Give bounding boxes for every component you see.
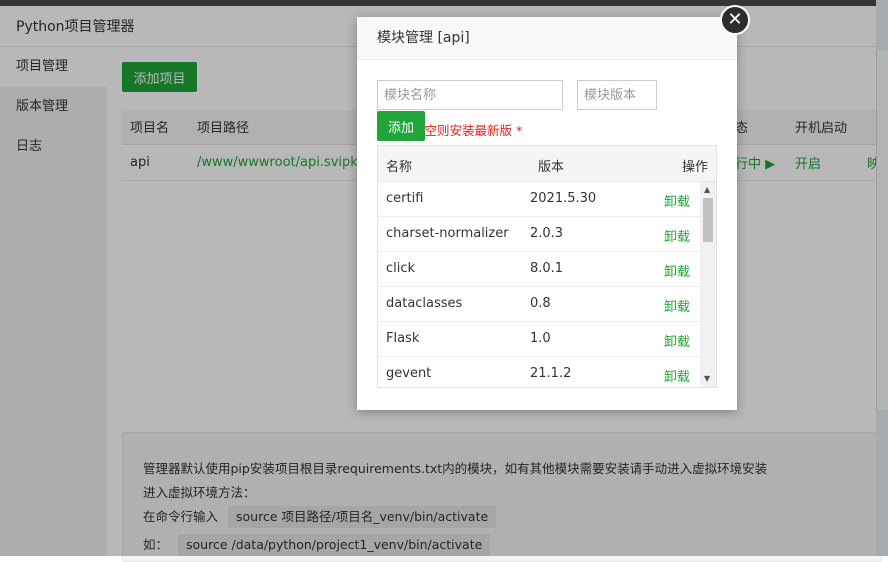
uninstall-button[interactable]: 卸载 [664,331,690,350]
table-row: charset-normalizer 2.0.3 卸载 [378,217,700,252]
add-module-button[interactable]: 添加 [377,111,425,141]
uninstall-button[interactable]: 卸载 [664,261,690,280]
table-row: dataclasses 0.8 卸载 [378,287,700,322]
table-row: Flask 1.0 卸载 [378,322,700,357]
uninstall-button[interactable]: 卸载 [664,296,690,315]
module-name: click [386,261,416,276]
module-name: Flask [386,331,420,346]
col-module-version: 版本 [538,160,565,175]
close-icon[interactable]: ✕ [720,5,750,35]
module-name: charset-normalizer [386,226,509,241]
dialog-title: 模块管理 [api] [357,17,737,60]
scrollbar-thumb[interactable] [703,198,713,242]
module-name-input[interactable] [377,80,563,110]
col-module-action: 操作 [682,160,709,175]
module-version: 21.1.2 [530,366,572,381]
module-table-scrollbar[interactable]: ▲ ▼ [700,182,716,387]
uninstall-button[interactable]: 卸载 [664,226,690,245]
scroll-up-icon[interactable]: ▲ [704,185,710,194]
module-version: 8.0.1 [530,261,564,276]
table-row: certifi 2021.5.30 卸载 [378,182,700,217]
module-name: dataclasses [386,296,463,311]
col-module-name: 名称 [386,160,413,175]
module-version: 2021.5.30 [530,191,597,206]
module-name: certifi [386,191,424,206]
table-row: click 8.0.1 卸载 [378,252,700,287]
uninstall-button[interactable]: 卸载 [664,366,690,385]
module-manager-dialog: 模块管理 [api] 版本留空则安装最新版 * 添加 名称 版本 操作 cert… [357,17,737,410]
table-row: gevent 21.1.2 卸载 [378,357,700,387]
module-table-header: 名称 版本 操作 [378,146,716,182]
uninstall-button[interactable]: 卸载 [664,191,690,210]
module-version: 1.0 [530,331,551,346]
scroll-down-icon[interactable]: ▼ [704,374,710,383]
module-name: gevent [386,366,432,381]
module-table: 名称 版本 操作 certifi 2021.5.30 卸载 charset-no… [377,145,717,388]
module-version: 0.8 [530,296,551,311]
module-version-input[interactable] [577,80,657,110]
module-version: 2.0.3 [530,226,564,241]
